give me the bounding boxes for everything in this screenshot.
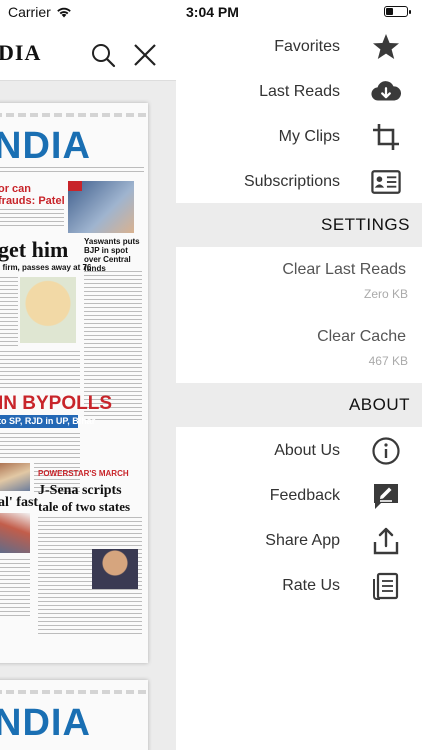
section-title: ABOUT bbox=[348, 395, 410, 414]
menu-item-share-app[interactable]: Share App bbox=[176, 518, 422, 563]
battery-icon bbox=[384, 6, 411, 17]
cloud-download-icon bbox=[364, 72, 408, 112]
status-bar-left: Carrier bbox=[8, 4, 72, 20]
photo-tag bbox=[68, 181, 82, 191]
menu-item-rate-us[interactable]: Rate Us bbox=[176, 563, 422, 608]
setting-title: Clear Cache bbox=[317, 328, 406, 345]
menu-label: Subscriptions bbox=[243, 172, 340, 190]
rate-notes-icon bbox=[364, 566, 408, 606]
about-section-header: ABOUT bbox=[176, 383, 422, 427]
menu-item-favorites[interactable]: Favorites bbox=[176, 24, 422, 69]
masthead-subline bbox=[0, 167, 144, 173]
clear-last-reads-item[interactable]: Clear Last Reads Zero KB bbox=[176, 247, 422, 311]
page-top-strip bbox=[0, 113, 148, 117]
headline-2: get him bbox=[0, 237, 69, 262]
news-photo-crowd bbox=[0, 463, 30, 491]
article-text bbox=[0, 559, 30, 619]
news-photo-actor bbox=[92, 549, 138, 589]
article-text bbox=[0, 277, 18, 347]
page-top-strip bbox=[0, 690, 148, 694]
article-text bbox=[0, 433, 80, 459]
menu-label: Last Reads bbox=[259, 82, 340, 100]
setting-value: 467 KB bbox=[368, 354, 408, 368]
side-drawer-menu: 3:04 PM Favorites Last Reads My Clips Su… bbox=[176, 0, 422, 750]
menu-label: Feedback bbox=[269, 486, 340, 504]
info-icon bbox=[364, 431, 408, 471]
paper-masthead-2: NDIA bbox=[0, 702, 91, 744]
menu-item-subscriptions[interactable]: Subscriptions bbox=[176, 159, 422, 204]
newspaper-page-thumbnail-2[interactable]: NDIA bbox=[0, 680, 148, 750]
background-newspaper-app: Carrier DIA NDIA or can frauds: Patel ge… bbox=[0, 0, 177, 750]
banner-sub: to SP, RJD in UP, Bihar bbox=[0, 416, 96, 426]
carrier-label: Carrier bbox=[8, 4, 51, 20]
feedback-pencil-icon bbox=[364, 476, 408, 516]
status-time: 3:04 PM bbox=[186, 4, 239, 20]
banner-headline: IN BYPOLLS bbox=[0, 393, 113, 414]
menu-label: Share App bbox=[265, 531, 340, 549]
headline-4b: tale of two states bbox=[38, 499, 131, 514]
menu-item-about-us[interactable]: About Us bbox=[176, 428, 422, 473]
menu-item-my-clips[interactable]: My Clips bbox=[176, 114, 422, 159]
search-icon[interactable] bbox=[90, 42, 116, 68]
cartoon-illustration bbox=[20, 277, 76, 343]
section-title: SETTINGS bbox=[320, 215, 410, 234]
news-photo-people bbox=[0, 513, 30, 553]
settings-section-header: SETTINGS bbox=[176, 203, 422, 247]
headline-4: J-Sena scripts bbox=[38, 483, 122, 498]
close-icon[interactable] bbox=[132, 42, 158, 68]
menu-item-feedback[interactable]: Feedback bbox=[176, 473, 422, 518]
setting-value: Zero KB bbox=[363, 287, 408, 301]
wifi-icon bbox=[56, 7, 71, 18]
headline-3: al' fast bbox=[0, 495, 39, 510]
share-upload-icon bbox=[364, 521, 408, 561]
menu-item-last-reads[interactable]: Last Reads bbox=[176, 69, 422, 114]
newspaper-header: DIA bbox=[0, 26, 176, 81]
clear-cache-item[interactable]: Clear Cache 467 KB bbox=[176, 314, 422, 378]
side-headline: Yaswants puts BJP in spot over Central f… bbox=[84, 237, 140, 273]
headline-1: or can bbox=[0, 183, 32, 195]
setting-title: Clear Last Reads bbox=[282, 261, 406, 278]
id-card-icon bbox=[364, 162, 408, 202]
menu-label: Rate Us bbox=[282, 576, 340, 594]
battery-level bbox=[386, 8, 393, 15]
headline-1b: frauds: Patel bbox=[0, 195, 65, 207]
newspaper-page-thumbnail[interactable]: NDIA or can frauds: Patel get him l firm… bbox=[0, 103, 148, 663]
article-text bbox=[0, 351, 80, 391]
star-icon bbox=[364, 27, 408, 67]
menu-label: About Us bbox=[274, 441, 340, 459]
newspaper-brand: DIA bbox=[0, 40, 42, 65]
menu-label: Favorites bbox=[274, 37, 340, 55]
article-text bbox=[0, 209, 64, 229]
paper-masthead: NDIA bbox=[0, 125, 91, 167]
menu-label: My Clips bbox=[278, 127, 340, 145]
headline-2b: l firm, passes away at 76 bbox=[0, 263, 92, 272]
powerstar-label: POWERSTAR'S MARCH bbox=[38, 469, 129, 478]
crop-icon bbox=[364, 117, 408, 157]
